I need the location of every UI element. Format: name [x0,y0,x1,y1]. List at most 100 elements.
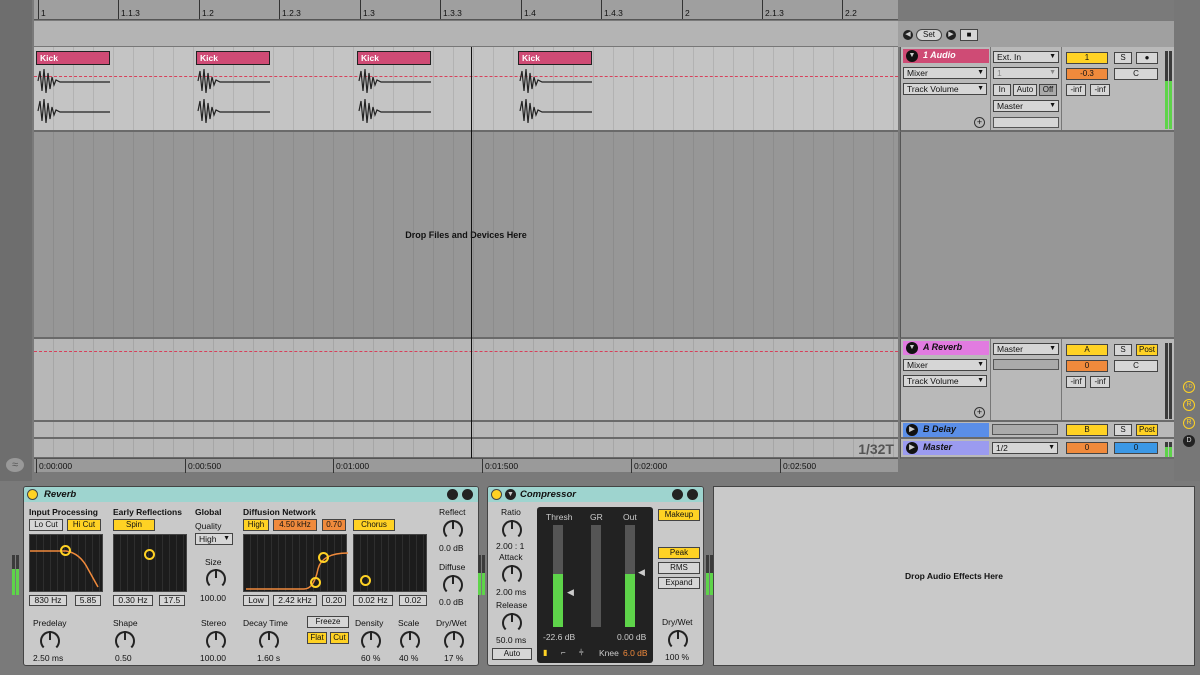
high-freq-field[interactable]: 4.50 kHz [273,519,317,531]
activity-view-icon[interactable]: ▮ [543,648,547,657]
decay-knob[interactable] [259,631,279,651]
output-channel-select[interactable] [993,117,1059,128]
thresh-meter[interactable] [553,525,563,627]
pan-field[interactable]: C [1114,360,1158,372]
cue-out-select[interactable]: 1/2 [992,442,1058,454]
audio-clip[interactable]: Kick [518,51,592,65]
spin-rate-field[interactable]: 0.30 Hz [113,595,153,606]
track-title-master[interactable]: ▶ Master [903,441,989,455]
diffuse-knob[interactable] [443,575,463,595]
track-title-delay[interactable]: ▶ B Delay [903,423,989,437]
beat-ruler[interactable]: 1 1.1.3 1.2 1.2.3 1.3 1.3.3 1.4 1.4.3 2 … [34,0,898,20]
add-lane-icon[interactable]: + [974,117,985,128]
quality-select[interactable]: High [195,533,233,545]
delay-return-lane[interactable] [34,422,898,439]
chorus-button[interactable]: Chorus [353,519,395,531]
monitor-off-button[interactable]: Off [1039,84,1057,96]
track-activator-button[interactable]: 1 [1066,52,1108,64]
master-volume-field[interactable]: 0 [1066,442,1108,454]
output-select[interactable] [992,424,1058,435]
save-preset-icon[interactable] [462,489,473,500]
collapse-view-icon[interactable]: ⫩ [579,648,584,658]
shape-knob[interactable] [115,631,135,651]
fold-icon[interactable]: ▶ [906,442,918,454]
sends-toggle-button[interactable]: R [1183,417,1195,429]
flat-button[interactable]: Flat [307,632,327,644]
input-q-field[interactable]: 5.85 [75,595,101,606]
drop-files-area[interactable]: Drop Files and Devices Here [34,132,898,339]
next-locator-icon[interactable]: ▶ [946,30,956,40]
audio-clip[interactable]: Kick [36,51,110,65]
predelay-knob[interactable] [40,631,60,651]
master-pan-field[interactable]: 0 [1114,442,1158,454]
predelay-value[interactable]: 2.50 ms [33,653,63,663]
release-knob[interactable] [502,613,522,633]
diffusion-handle-1[interactable] [310,577,321,588]
density-value[interactable]: 60 % [361,653,380,663]
rms-button[interactable]: RMS [658,562,700,574]
fold-icon[interactable]: ▼ [906,50,918,62]
output-channel-select[interactable] [993,359,1059,370]
fold-icon[interactable]: ▼ [906,342,918,354]
attack-value[interactable]: 2.00 ms [496,587,526,597]
peak-button[interactable]: Peak [658,547,700,559]
hot-swap-icon[interactable] [672,489,683,500]
size-value[interactable]: 100.00 [200,593,226,603]
decay-value[interactable]: 1.60 s [257,653,280,663]
stereo-value[interactable]: 100.00 [200,653,226,663]
chorus-amount-field[interactable]: 0.02 [399,595,427,606]
send-a-field[interactable]: -inf [1066,376,1086,388]
solo-button[interactable]: S [1114,424,1132,436]
thresh-slider-icon[interactable]: ◀ [567,587,574,598]
makeup-button[interactable]: Makeup [658,509,700,521]
quantize-display[interactable]: 1/32T [858,441,894,457]
lock-icon[interactable]: ■ [960,29,978,41]
loop-brace-strip[interactable] [34,21,898,47]
low-shelf-button[interactable]: Low [243,595,269,606]
input-freq-field[interactable]: 830 Hz [29,595,67,606]
pre-post-button[interactable]: Post [1136,344,1158,356]
low-freq-field[interactable]: 2.42 kHz [273,595,317,606]
arm-button[interactable]: ● [1136,52,1158,64]
track-activator-button[interactable]: A [1066,344,1108,356]
save-preset-icon[interactable] [687,489,698,500]
io-toggle-button[interactable]: I·O [1183,381,1195,393]
device-on-icon[interactable] [27,489,38,500]
solo-button[interactable]: S [1114,344,1132,356]
audio-clip[interactable]: Kick [357,51,431,65]
drywet-value[interactable]: 100 % [665,652,689,662]
prev-locator-icon[interactable]: ◀ [903,30,913,40]
chorus-rate-field[interactable]: 0.02 Hz [353,595,393,606]
curve-view-icon[interactable]: ⌐ [561,648,566,657]
volume-automation-line[interactable] [34,76,898,77]
send-b-field[interactable]: -inf [1090,84,1110,96]
filter-handle[interactable] [60,545,71,556]
add-lane-icon[interactable]: + [974,407,985,418]
fold-icon[interactable]: ▶ [906,424,918,436]
drop-effects-area[interactable]: Drop Audio Effects Here [713,486,1195,666]
audio-track-lane[interactable]: Kick Kick Kick Kick [34,47,898,132]
input-filter-graph[interactable] [29,534,103,592]
size-knob[interactable] [206,569,226,589]
fold-icon[interactable]: ▼ [505,489,516,500]
returns-toggle-button[interactable]: R [1183,399,1195,411]
output-select[interactable]: Master [993,100,1059,112]
lo-cut-button[interactable]: Lo Cut [29,519,63,531]
diffusion-graph[interactable] [243,534,348,592]
device-on-icon[interactable] [491,489,502,500]
shape-value[interactable]: 0.50 [115,653,132,663]
send-a-field[interactable]: -inf [1066,84,1086,96]
reflect-value[interactable]: 0.0 dB [439,543,464,553]
high-shelf-button[interactable]: High [243,519,269,531]
input-type-select[interactable]: Ext. In [993,51,1059,63]
volume-automation-line[interactable] [34,351,898,352]
chorus-handle[interactable] [360,575,371,586]
track-activator-button[interactable]: B [1066,424,1108,436]
early-reflections-graph[interactable] [113,534,187,592]
spin-button[interactable]: Spin [113,519,155,531]
release-value[interactable]: 50.0 ms [496,635,526,645]
spin-handle[interactable] [144,549,155,560]
volume-field[interactable]: 0 [1066,360,1108,372]
pan-field[interactable]: C [1114,68,1158,80]
out-slider-icon[interactable]: ◀ [638,567,645,578]
